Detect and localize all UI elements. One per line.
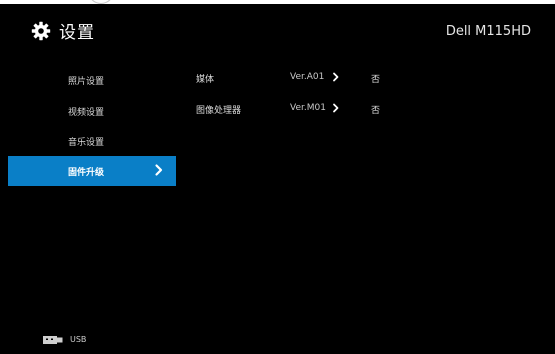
firmware-row-image-processor[interactable]: 图像处理器 Ver.M01 否 [196, 99, 496, 119]
usb-icon [43, 335, 63, 344]
firmware-version: Ver.M01 [290, 103, 326, 113]
sidebar-item-label: 音乐设置 [68, 138, 105, 148]
sidebar-item-label: 视频设置 [68, 108, 105, 118]
sidebar-item-label: 照片设置 [68, 77, 105, 87]
source-label: USB [70, 335, 87, 344]
page-header: 设置 [31, 18, 95, 43]
firmware-component-name: 媒体 [196, 75, 215, 85]
firmware-row-media[interactable]: 媒体 Ver.A01 否 [196, 68, 496, 88]
update-status: 否 [371, 75, 381, 85]
gear-icon [31, 21, 51, 41]
update-status: 否 [371, 106, 381, 116]
page-title: 设置 [59, 23, 95, 43]
settings-screen: 设置 Dell M115HD 照片设置 视频设置 音乐设置 固件升级 媒体 Ve… [0, 4, 555, 354]
sidebar-item-photo-settings[interactable]: 照片设置 [0, 64, 176, 94]
chevron-right-icon [154, 162, 164, 178]
chevron-right-icon [332, 102, 340, 114]
device-model-label: Dell M115HD [445, 24, 531, 39]
firmware-version: Ver.A01 [290, 72, 325, 82]
sidebar-item-firmware-upgrade[interactable]: 固件升级 [8, 156, 176, 186]
sidebar-item-label: 固件升级 [68, 168, 105, 178]
firmware-component-name: 图像处理器 [196, 106, 242, 116]
sidebar-item-video-settings[interactable]: 视频设置 [0, 95, 176, 125]
source-indicator: USB [43, 335, 86, 344]
sidebar-item-music-settings[interactable]: 音乐设置 [0, 125, 176, 155]
chevron-right-icon [332, 71, 340, 83]
